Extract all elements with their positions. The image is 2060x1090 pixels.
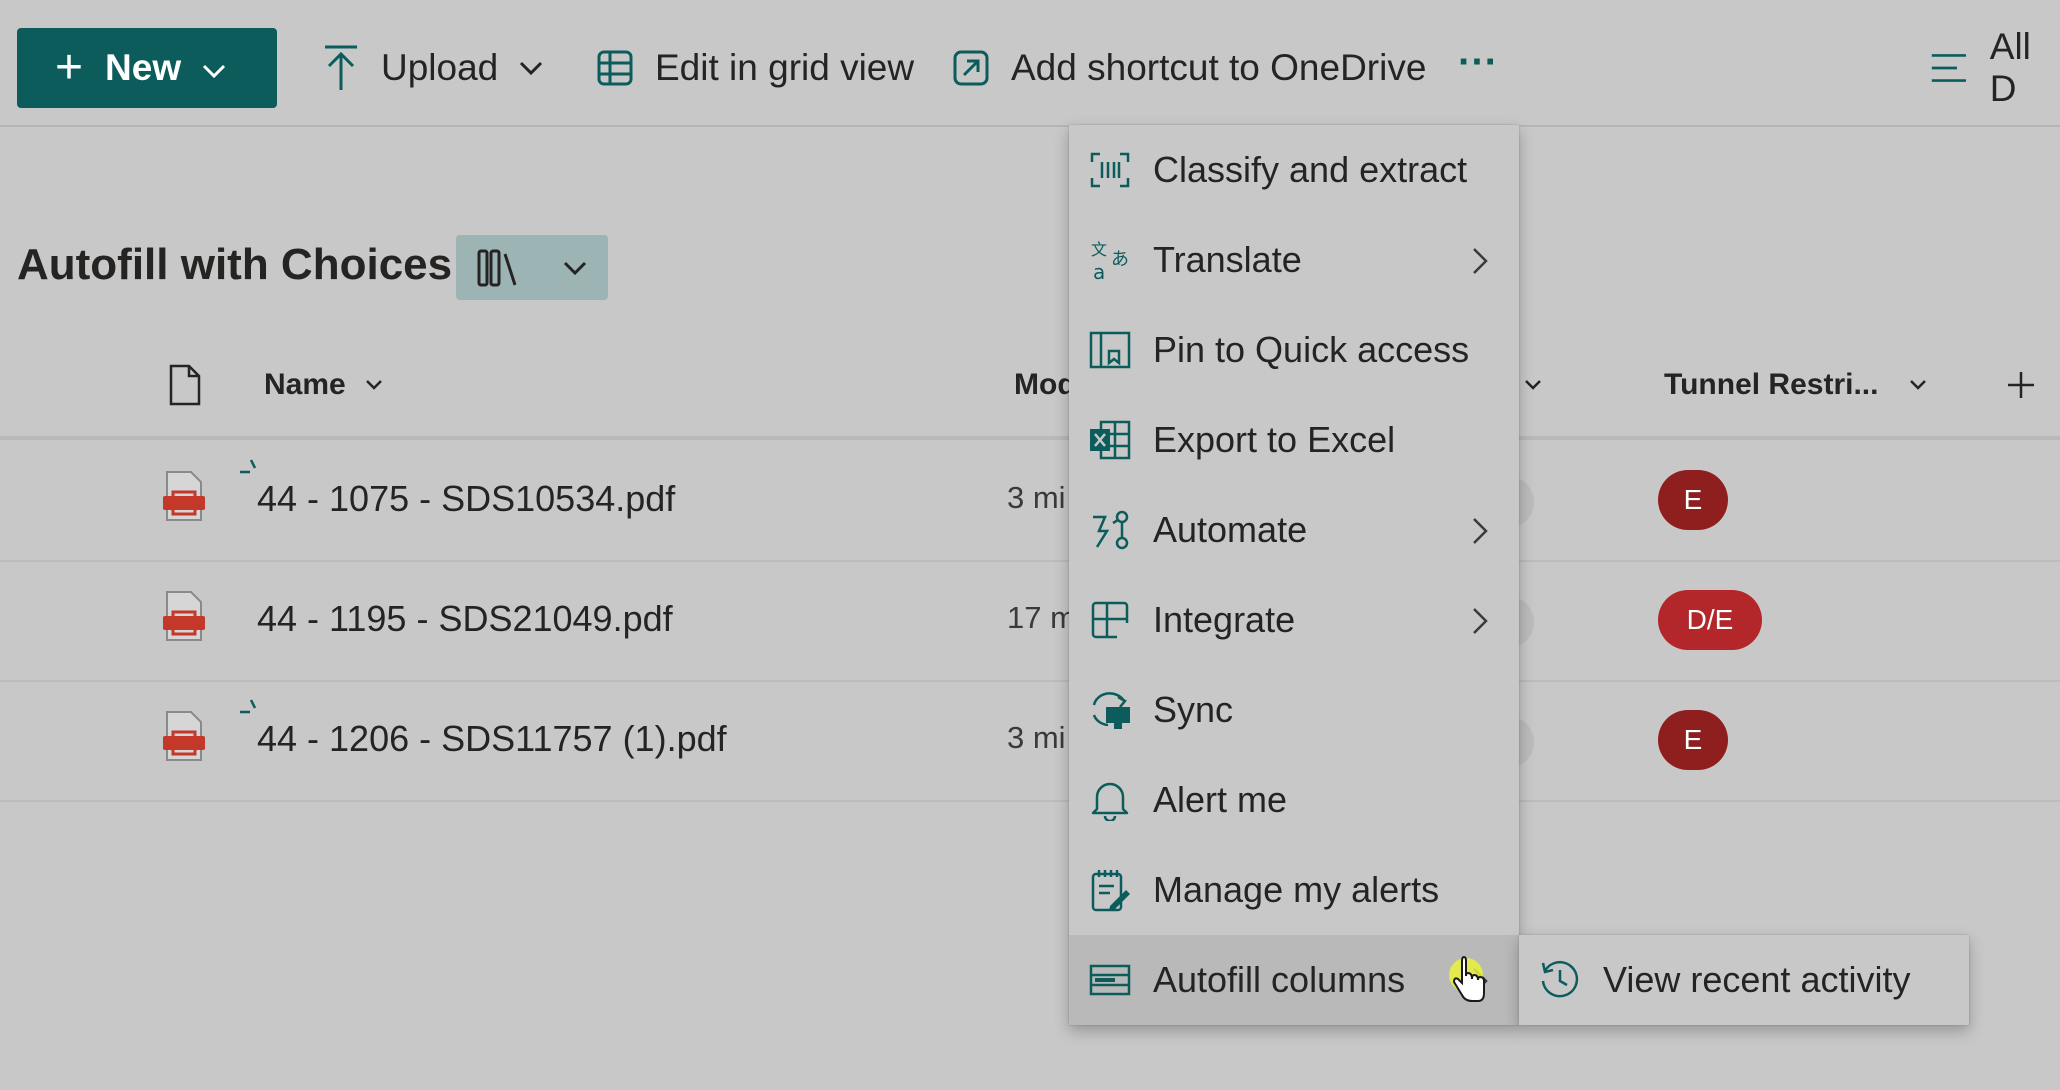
- menu-item-automate[interactable]: Automate: [1069, 485, 1519, 575]
- submenu-item-view-recent-activity[interactable]: View recent activity: [1519, 935, 1969, 1025]
- add-shortcut-label: Add shortcut to OneDrive: [1011, 47, 1427, 88]
- more-icon: ···: [1458, 39, 1498, 84]
- upload-icon: [325, 45, 357, 90]
- modified-value: 17 m: [1007, 600, 1076, 635]
- upload-label: Upload: [381, 47, 499, 88]
- menu-item-label: Translate: [1153, 239, 1302, 280]
- menu-item-classify-and-extract[interactable]: Classify and extract: [1069, 125, 1519, 215]
- menu-item-export-to-excel[interactable]: Export to Excel: [1069, 395, 1519, 485]
- menu-item-manage-my-alerts[interactable]: Manage my alerts: [1069, 845, 1519, 935]
- table-row[interactable]: 44 - 1075 - SDS10534.pdf 3 mi E: [0, 440, 2060, 562]
- menu-item-integrate[interactable]: Integrate: [1069, 575, 1519, 665]
- tunnel-badge: E: [1658, 470, 1728, 530]
- svg-text:あ: あ: [1111, 249, 1129, 270]
- tunnel-badge: D/E: [1658, 590, 1762, 650]
- svg-text:文: 文: [1091, 240, 1107, 259]
- menu-item-label: Autofill columns: [1153, 959, 1406, 1000]
- history-icon: [1537, 957, 1583, 1003]
- more-options-menu: Classify and extract 文 a あ Translate Pin…: [1069, 125, 1519, 1025]
- bell-icon: [1087, 777, 1133, 823]
- menu-item-label: Manage my alerts: [1153, 869, 1440, 910]
- edit-grid-label: Edit in grid view: [655, 47, 915, 88]
- tunnel-column-header[interactable]: Tunnel Restri...: [1664, 350, 1928, 420]
- chevron-down-icon: [201, 47, 227, 89]
- grid-icon: [597, 50, 633, 86]
- menu-item-sync[interactable]: Sync: [1069, 665, 1519, 755]
- svg-text:a: a: [1093, 260, 1105, 281]
- menu-item-alert-me[interactable]: Alert me: [1069, 755, 1519, 845]
- automate-icon: [1087, 507, 1133, 553]
- document-icon: [169, 364, 201, 406]
- menu-item-label: Classify and extract: [1153, 149, 1468, 190]
- pin-icon: [1087, 327, 1133, 373]
- modified-value: 3 mi: [1007, 720, 1066, 755]
- menu-item-translate[interactable]: 文 a あ Translate: [1069, 215, 1519, 305]
- sync-icon: [1087, 687, 1133, 733]
- name-column-header[interactable]: Name: [264, 350, 384, 420]
- command-bar: + New Upload Edit in grid view Add short…: [0, 14, 2060, 127]
- new-label: New: [105, 47, 182, 88]
- chevron-right-icon: [1471, 513, 1489, 555]
- menu-item-label: Pin to Quick access: [1153, 329, 1470, 370]
- pdf-file-icon: [163, 710, 205, 767]
- view-switcher[interactable]: All D: [1930, 26, 2060, 109]
- manage-alerts-icon: [1087, 867, 1133, 913]
- menu-item-label: Export to Excel: [1153, 419, 1396, 460]
- more-options-button[interactable]: ···: [1458, 22, 1498, 102]
- library-view-button[interactable]: [456, 235, 608, 300]
- classify-icon: [1087, 147, 1133, 193]
- pdf-file-icon: [163, 470, 205, 527]
- edit-grid-view-button[interactable]: Edit in grid view: [597, 28, 914, 108]
- hidden-column-chevron[interactable]: [1523, 350, 1543, 420]
- add-column-button[interactable]: [2006, 350, 2036, 420]
- view-label: All D: [1989, 26, 2031, 109]
- chevron-down-icon: [563, 261, 586, 275]
- chevron-right-icon: [1471, 243, 1489, 285]
- modified-column-header[interactable]: Mod: [1014, 350, 1076, 420]
- shortcut-icon: [953, 50, 989, 86]
- add-shortcut-button[interactable]: Add shortcut to OneDrive: [953, 28, 1426, 108]
- translate-icon: 文 a あ: [1087, 237, 1133, 283]
- upload-button[interactable]: Upload: [323, 28, 544, 108]
- table-row[interactable]: 44 - 1206 - SDS11757 (1).pdf 3 mi E: [0, 680, 2060, 802]
- hand-cursor-icon: [1448, 955, 1488, 1014]
- library-icon: [477, 249, 516, 286]
- top-divider: [0, 0, 2060, 15]
- autofill-icon: [1087, 957, 1133, 1003]
- file-name-link[interactable]: 44 - 1195 - SDS21049.pdf: [257, 598, 673, 640]
- chevron-down-icon: [1525, 380, 1541, 390]
- modified-value: 3 mi: [1007, 480, 1066, 515]
- pdf-file-icon: [163, 590, 205, 647]
- excel-icon: [1087, 417, 1133, 463]
- file-type-header[interactable]: [168, 350, 202, 420]
- chevron-down-icon: [520, 61, 543, 76]
- modified-header-label: Mod: [1014, 368, 1076, 401]
- autofill-submenu: View recent activity: [1519, 935, 1969, 1025]
- menu-item-label: Alert me: [1153, 779, 1288, 820]
- integrate-icon: [1087, 597, 1133, 643]
- file-name-link[interactable]: 44 - 1075 - SDS10534.pdf: [257, 478, 675, 520]
- list-view-icon: [1931, 54, 1966, 82]
- submenu-item-label: View recent activity: [1603, 959, 1911, 1000]
- table-row[interactable]: 44 - 1195 - SDS21049.pdf 17 m D/E: [0, 560, 2060, 682]
- new-button[interactable]: + New: [17, 28, 277, 108]
- chevron-down-icon: [365, 380, 382, 390]
- page-title: Autofill with Choices: [17, 240, 453, 289]
- tunnel-header-label: Tunnel Restri...: [1664, 368, 1879, 401]
- plus-icon: [2008, 372, 2034, 398]
- chevron-right-icon: [1471, 603, 1489, 645]
- file-name-link[interactable]: 44 - 1206 - SDS11757 (1).pdf: [257, 718, 727, 760]
- menu-item-pin-to-quick-access[interactable]: Pin to Quick access: [1069, 305, 1519, 395]
- name-header-label: Name: [264, 368, 346, 401]
- menu-item-label: Integrate: [1153, 599, 1296, 640]
- chevron-down-icon: [1910, 380, 1927, 390]
- tunnel-badge: E: [1658, 710, 1728, 770]
- plus-icon: +: [55, 41, 84, 94]
- menu-item-label: Sync: [1153, 689, 1234, 730]
- menu-item-label: Automate: [1153, 509, 1308, 550]
